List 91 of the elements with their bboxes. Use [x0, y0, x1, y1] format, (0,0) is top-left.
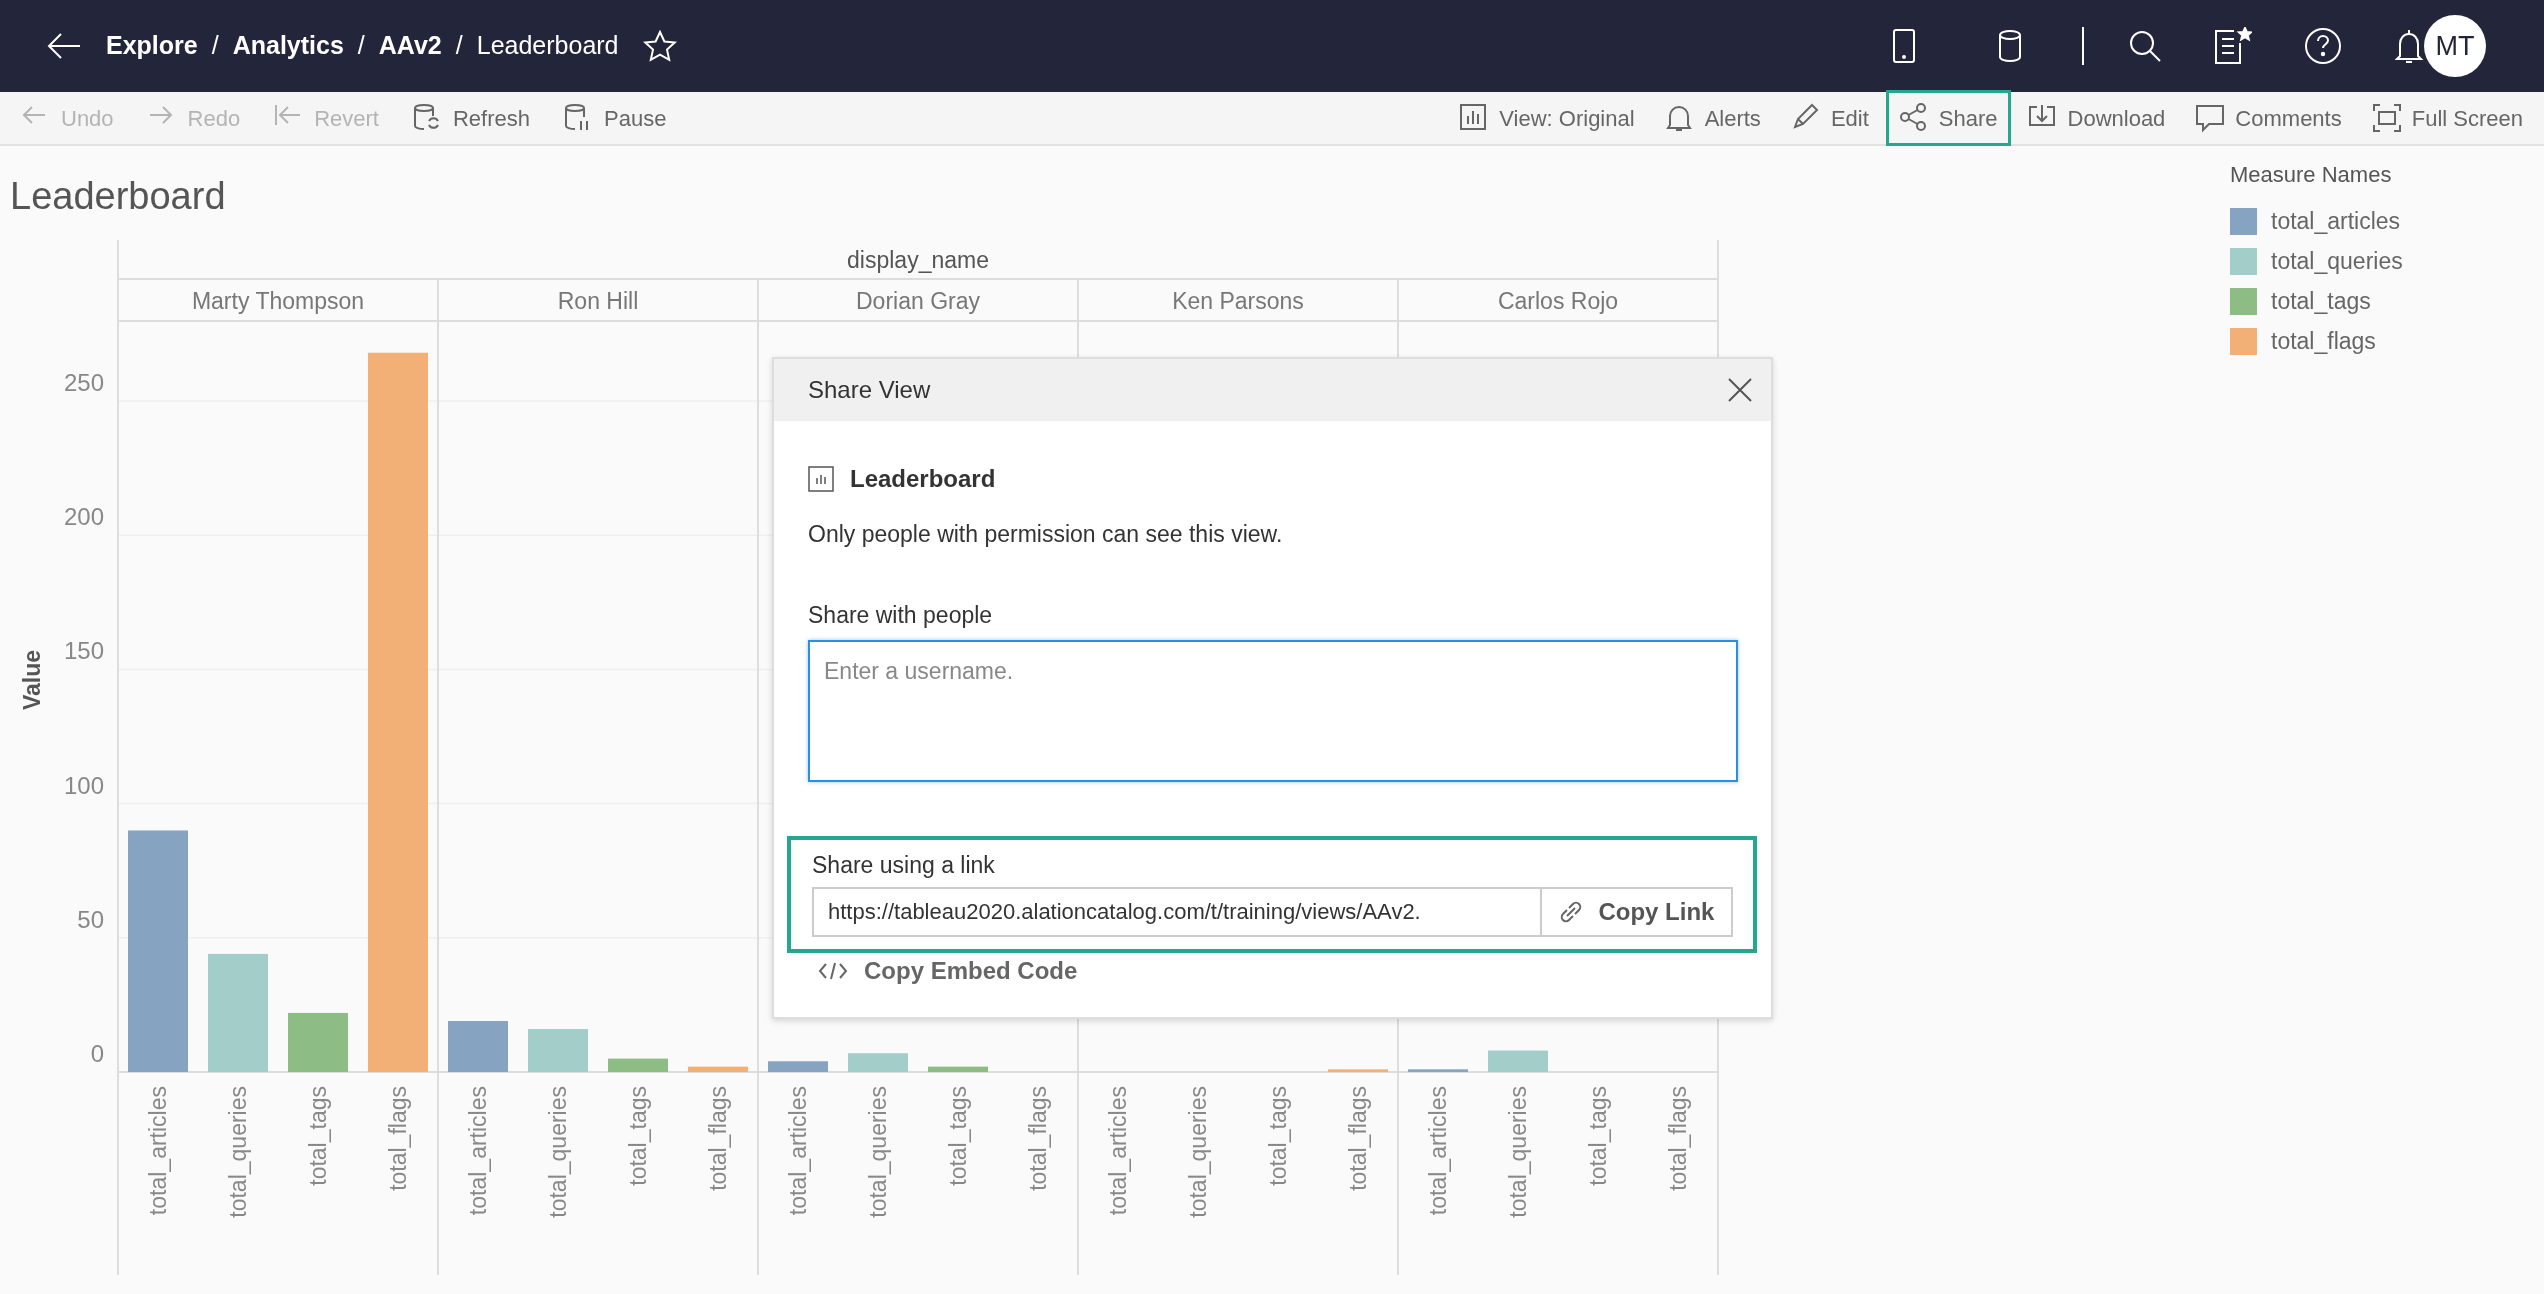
- axis-label: total_articles: [1425, 1086, 1451, 1216]
- axis-tick-label: 0: [90, 1040, 104, 1067]
- comments-button[interactable]: Comments: [2182, 90, 2355, 146]
- alerts-icon: [1664, 103, 1695, 133]
- breadcrumb-link[interactable]: Leaderboard: [476, 27, 619, 65]
- legend-label: total_articles: [2271, 206, 2401, 236]
- alerts-button[interactable]: Alerts: [1651, 90, 1774, 146]
- axis-label: total_tags: [1585, 1086, 1611, 1186]
- fullscreen-icon: [2371, 103, 2402, 133]
- axis-label: total_queries: [1505, 1086, 1531, 1218]
- comments-icon: [2195, 103, 2226, 133]
- legend-label: total_queries: [2271, 246, 2403, 276]
- axis-label: total_queries: [1185, 1086, 1211, 1218]
- axis-label: total_articles: [145, 1086, 171, 1216]
- breadcrumb-separator: /: [455, 30, 463, 62]
- chart-icon: [808, 466, 834, 492]
- bar: [528, 1029, 588, 1072]
- edit-button[interactable]: Edit: [1777, 90, 1882, 146]
- view-name: Leaderboard: [850, 464, 996, 494]
- axis-label: total_tags: [305, 1086, 331, 1186]
- code-icon: [818, 960, 848, 981]
- axis-label: total_queries: [865, 1086, 891, 1218]
- fullscreen-button[interactable]: Full Screen: [2358, 90, 2536, 146]
- category-header: Ron Hill: [557, 288, 639, 314]
- category-header: Carlos Rojo: [1497, 288, 1619, 314]
- category-header: Marty Thompson: [191, 288, 365, 314]
- phone-icon[interactable]: [1892, 28, 1916, 64]
- copy-link-button[interactable]: Copy Link: [1539, 886, 1733, 937]
- field-label: Share with people: [808, 600, 994, 630]
- download-button[interactable]: Download: [2014, 90, 2179, 146]
- breadcrumb-separator: /: [357, 30, 365, 62]
- axis-tick-label: 150: [63, 637, 104, 665]
- category-header: Dorian Gray: [856, 288, 980, 314]
- back-arrow-icon[interactable]: [46, 31, 82, 61]
- axis-tick-label: 250: [63, 369, 104, 397]
- field-label: Share using a link: [812, 851, 996, 880]
- close-icon[interactable]: [1727, 377, 1753, 403]
- share-button[interactable]: Share: [1885, 90, 2011, 146]
- axis-label: total_articles: [785, 1086, 811, 1216]
- document-star-icon[interactable]: [2214, 27, 2252, 65]
- star-icon[interactable]: [642, 30, 677, 62]
- axis-title: Value: [19, 649, 45, 711]
- refresh-button[interactable]: Refresh: [400, 90, 544, 146]
- axis-label: total_articles: [465, 1086, 491, 1216]
- axis-tick-label: 200: [63, 503, 104, 531]
- username-field[interactable]: Enter a username.: [808, 640, 1738, 782]
- breadcrumb-link[interactable]: Analytics: [232, 27, 344, 65]
- bar: [1488, 1050, 1548, 1072]
- breadcrumb-link[interactable]: Explore: [106, 27, 198, 65]
- axis-title: display_name: [847, 247, 989, 273]
- axis-label: total_tags: [1265, 1086, 1291, 1186]
- copy-embed-code-button[interactable]: Copy Embed Code: [818, 952, 1078, 989]
- link-field[interactable]: https://tableau2020.alationcatalog.com/t/training/views/AAv2.: [812, 886, 1540, 937]
- axis-label: total_flags: [1025, 1086, 1051, 1191]
- bar: [1408, 1069, 1468, 1072]
- breadcrumb-link[interactable]: AAv2: [378, 27, 442, 65]
- database-icon[interactable]: [1998, 29, 2022, 63]
- axis-label: total_articles: [1105, 1086, 1131, 1216]
- bar: [768, 1061, 828, 1072]
- axis-label: total_queries: [225, 1086, 251, 1218]
- axis-tick-label: 50: [77, 905, 104, 933]
- dialog-title: Share View: [808, 375, 931, 405]
- bell-icon[interactable]: [2394, 28, 2424, 64]
- help-icon[interactable]: [2304, 27, 2342, 65]
- bar: [848, 1053, 908, 1072]
- axis-label: total_flags: [705, 1086, 731, 1191]
- category-header: Ken Parsons: [1172, 288, 1304, 314]
- axis-label: total_flags: [385, 1086, 411, 1191]
- breadcrumb-separator: /: [211, 30, 219, 62]
- axis-label: total_flags: [1345, 1086, 1371, 1191]
- bar: [288, 1012, 348, 1072]
- bar: [688, 1066, 748, 1072]
- legend-title: Measure Names: [2230, 161, 2393, 189]
- bar: [1328, 1069, 1388, 1072]
- permission-notice: Only people with permission can see this view.: [808, 520, 1284, 549]
- sheet-title: Leaderboard: [9, 174, 227, 219]
- axis-label: total_tags: [625, 1086, 651, 1186]
- axis-tick-label: 100: [63, 771, 104, 799]
- axis-label: total_flags: [1665, 1086, 1691, 1191]
- view-button[interactable]: View: Original: [1446, 90, 1648, 146]
- legend-label: total_flags: [2271, 326, 2376, 356]
- user-avatar[interactable]: MT: [2424, 15, 2486, 77]
- axis-label: total_tags: [945, 1086, 971, 1186]
- bar: [448, 1021, 508, 1072]
- search-icon[interactable]: [2128, 29, 2162, 63]
- legend-label: total_tags: [2271, 286, 2371, 316]
- share-icon: [1898, 103, 1929, 133]
- pause-button[interactable]: Pause: [551, 90, 680, 146]
- bar: [608, 1058, 668, 1072]
- axis-label: total_queries: [545, 1086, 571, 1218]
- bar: [928, 1066, 988, 1072]
